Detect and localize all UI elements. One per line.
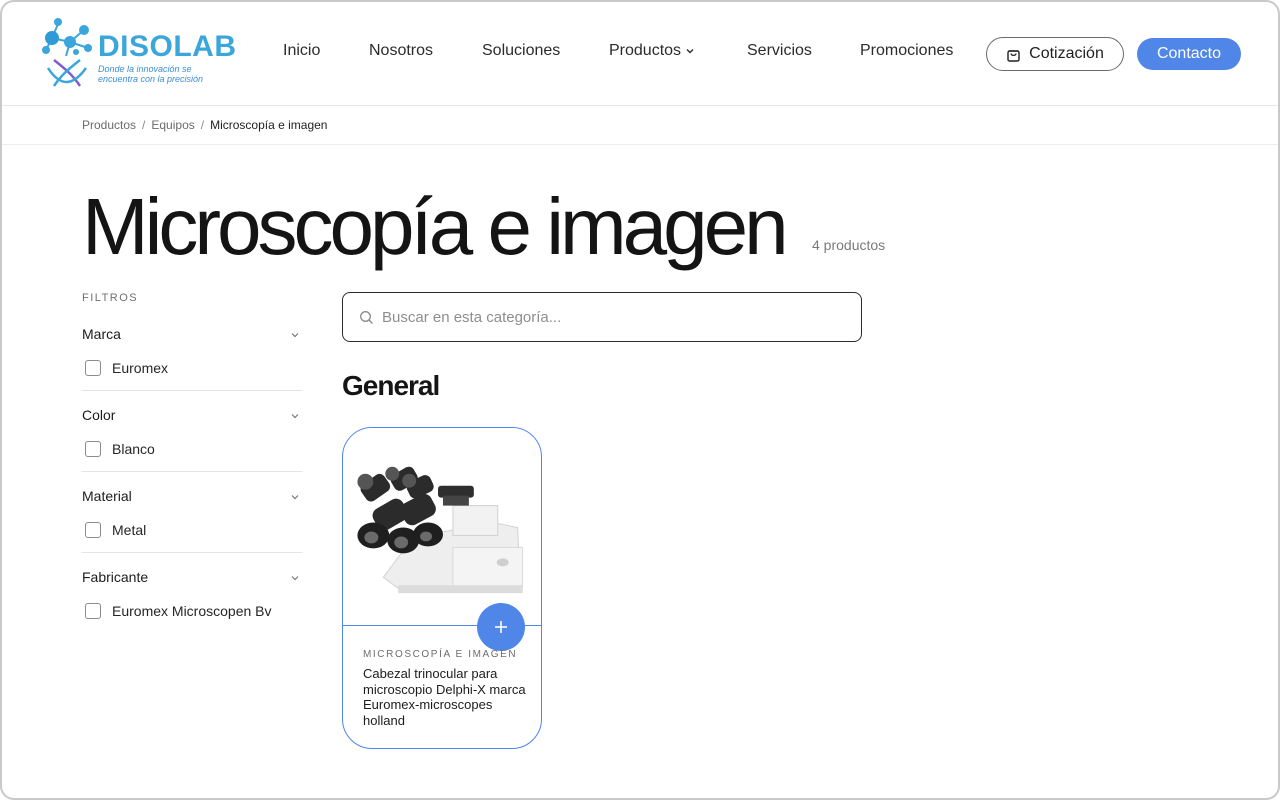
breadcrumb-separator: / bbox=[142, 118, 146, 132]
filters-label: FILTROS bbox=[82, 292, 139, 304]
nav-item-productos-label: Productos bbox=[609, 42, 682, 59]
category-search bbox=[342, 292, 862, 342]
nav-item-promociones[interactable]: Promociones bbox=[860, 42, 953, 60]
filter-group-title: Fabricante bbox=[82, 569, 149, 585]
filter-group-fabricante: Fabricante Euromex Microscopen Bv bbox=[82, 553, 302, 634]
breadcrumb-bar: Productos / Equipos / Microscopía e imagen bbox=[2, 106, 1278, 145]
filter-checkbox[interactable] bbox=[85, 603, 101, 619]
nav-item-nosotros[interactable]: Nosotros bbox=[369, 42, 433, 60]
filter-group-title: Marca bbox=[82, 326, 121, 342]
filter-group-title: Color bbox=[82, 407, 116, 423]
filter-checkbox[interactable] bbox=[85, 441, 101, 457]
filters-sidebar: FILTROS Marca Euromex Color Blanco Mater… bbox=[82, 292, 302, 634]
product-count: 4 productos bbox=[812, 237, 886, 253]
cotizacion-button[interactable]: Cotización bbox=[986, 37, 1124, 71]
brand-logo[interactable]: DISOLAB Donde la innovación se encuentra… bbox=[40, 16, 236, 92]
page-frame: DISOLAB Donde la innovación se encuentra… bbox=[0, 0, 1280, 800]
contacto-button[interactable]: Contacto bbox=[1137, 38, 1241, 70]
chevron-down-icon bbox=[291, 576, 299, 581]
chevron-down-icon bbox=[291, 495, 299, 500]
brand-name: DISOLAB bbox=[98, 30, 237, 63]
filter-option-label: Euromex bbox=[112, 360, 169, 376]
filter-option-label: Blanco bbox=[112, 441, 155, 457]
nav-item-soluciones[interactable]: Soluciones bbox=[482, 42, 560, 60]
cotizacion-label: Cotización bbox=[1029, 45, 1104, 62]
section-title: General bbox=[342, 370, 440, 401]
nav-item-servicios[interactable]: Servicios bbox=[747, 42, 812, 60]
add-to-quote-button[interactable] bbox=[477, 603, 525, 651]
filter-group-header[interactable]: Fabricante bbox=[82, 569, 302, 589]
filter-option[interactable]: Blanco bbox=[85, 441, 155, 457]
filter-group-header[interactable]: Marca bbox=[82, 326, 302, 346]
chevron-down-icon bbox=[686, 48, 694, 54]
filter-group-marca: Marca Euromex bbox=[82, 310, 302, 391]
filter-group-header[interactable]: Material bbox=[82, 488, 302, 508]
brand-tagline: Donde la innovación se encuentra con la … bbox=[98, 64, 204, 84]
filter-option-label: Metal bbox=[112, 522, 147, 538]
product-image bbox=[343, 428, 541, 626]
filter-group-title: Material bbox=[82, 488, 132, 504]
search-icon bbox=[360, 310, 373, 324]
site-header: DISOLAB Donde la innovación se encuentra… bbox=[2, 2, 1278, 106]
product-category: MICROSCOPÍA E IMAGEN bbox=[363, 649, 518, 660]
nav-item-inicio[interactable]: Inicio bbox=[283, 42, 320, 60]
product-card[interactable]: MICROSCOPÍA E IMAGEN Cabezal trinocular … bbox=[342, 427, 542, 749]
breadcrumb: Productos / Equipos / Microscopía e imagen bbox=[82, 118, 327, 132]
logo-mark-icon bbox=[42, 18, 92, 87]
search-input[interactable] bbox=[382, 308, 822, 326]
filter-option[interactable]: Euromex Microscopen Bv bbox=[85, 603, 272, 619]
filter-group-material: Material Metal bbox=[82, 472, 302, 553]
product-name[interactable]: Cabezal trinocular para microscopio Delp… bbox=[363, 666, 528, 728]
nav-item-productos[interactable]: Productos bbox=[609, 42, 695, 60]
breadcrumb-link-equipos[interactable]: Equipos bbox=[151, 118, 194, 132]
breadcrumb-current: Microscopía e imagen bbox=[210, 118, 328, 132]
filter-group-header[interactable]: Color bbox=[82, 407, 302, 427]
chevron-down-icon bbox=[291, 414, 299, 419]
page-title: Microscopía e imagen bbox=[82, 182, 789, 271]
filter-option[interactable]: Metal bbox=[85, 522, 146, 538]
shopping-bag-icon bbox=[1007, 49, 1020, 62]
filter-option[interactable]: Euromex bbox=[85, 360, 168, 376]
filter-group-color: Color Blanco bbox=[82, 391, 302, 472]
filter-option-label: Euromex Microscopen Bv bbox=[112, 603, 272, 619]
breadcrumb-link-productos[interactable]: Productos bbox=[82, 118, 136, 132]
chevron-down-icon bbox=[291, 333, 299, 338]
plus-icon bbox=[495, 621, 507, 633]
filter-checkbox[interactable] bbox=[85, 522, 101, 538]
filter-checkbox[interactable] bbox=[85, 360, 101, 376]
breadcrumb-separator: / bbox=[200, 118, 205, 132]
